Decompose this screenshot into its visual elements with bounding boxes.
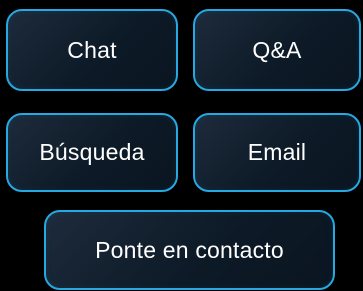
button-panel: Chat Q&A Búsqueda Email Ponte en contact… xyxy=(0,0,363,291)
email-button[interactable]: Email xyxy=(193,113,361,192)
qa-button[interactable]: Q&A xyxy=(193,9,361,91)
search-button[interactable]: Búsqueda xyxy=(6,113,178,192)
chat-button[interactable]: Chat xyxy=(6,9,178,91)
contact-button[interactable]: Ponte en contacto xyxy=(44,210,335,290)
